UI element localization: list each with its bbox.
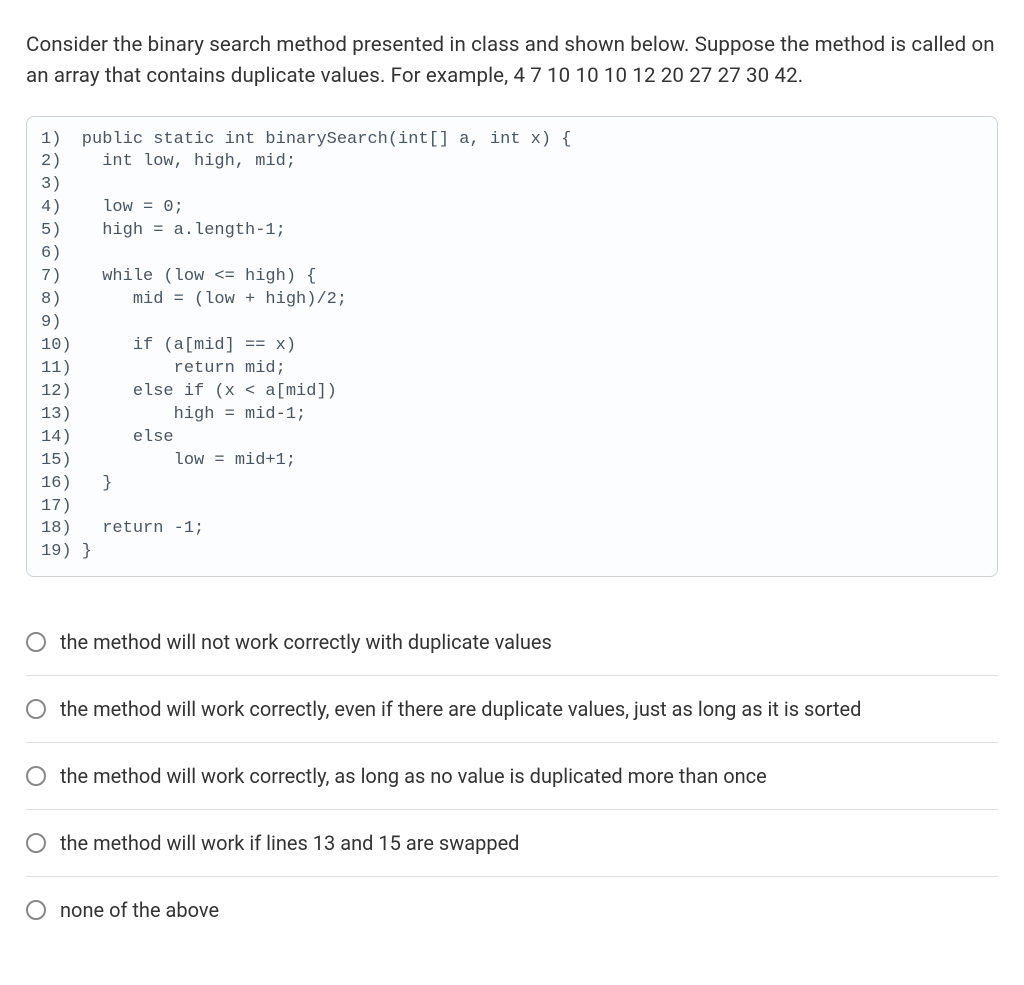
option-label: the method will work correctly, even if … (60, 694, 861, 724)
radio-icon (26, 900, 46, 920)
option-5[interactable]: none of the above (26, 876, 998, 925)
option-3[interactable]: the method will work correctly, as long … (26, 742, 998, 809)
question-prompt: Consider the binary search method presen… (26, 30, 998, 92)
radio-icon (26, 766, 46, 786)
radio-icon (26, 632, 46, 652)
code-content: 1) public static int binarySearch(int[] … (41, 129, 983, 565)
option-label: the method will work correctly, as long … (60, 761, 767, 791)
answer-options: the method will not work correctly with … (26, 627, 998, 925)
radio-icon (26, 699, 46, 719)
option-label: the method will not work correctly with … (60, 627, 552, 657)
code-block: 1) public static int binarySearch(int[] … (26, 116, 998, 578)
option-1[interactable]: the method will not work correctly with … (26, 627, 998, 675)
radio-icon (26, 833, 46, 853)
option-2[interactable]: the method will work correctly, even if … (26, 675, 998, 742)
option-4[interactable]: the method will work if lines 13 and 15 … (26, 809, 998, 876)
option-label: none of the above (60, 895, 219, 925)
option-label: the method will work if lines 13 and 15 … (60, 828, 519, 858)
